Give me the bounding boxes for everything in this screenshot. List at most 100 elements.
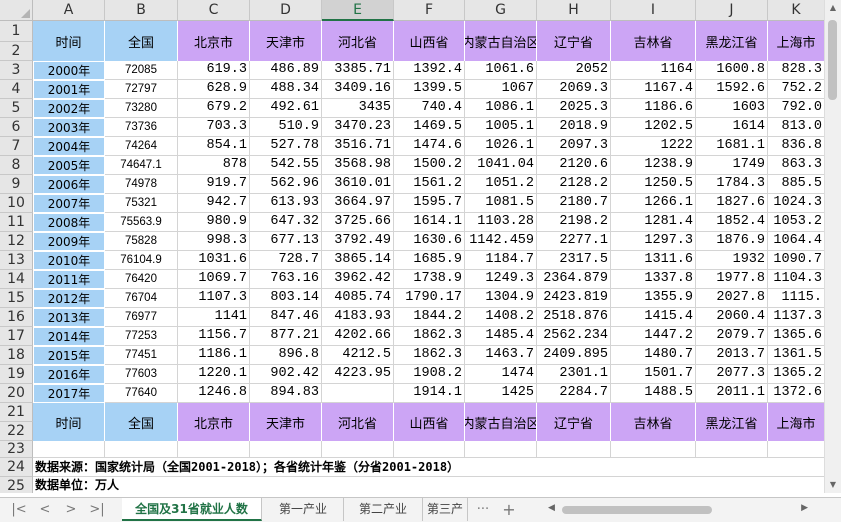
data-cell[interactable]: 1784.3 [696, 175, 768, 194]
empty-cell[interactable] [611, 441, 696, 458]
data-cell[interactable]: 1614.1 [394, 213, 465, 232]
year-cell[interactable]: 2013年 [33, 308, 105, 327]
empty-cell[interactable] [696, 441, 768, 458]
column-header-f[interactable]: F [394, 0, 465, 21]
column-header-h[interactable]: H [537, 0, 611, 21]
row-header-1[interactable]: 1 [0, 21, 33, 42]
data-cell[interactable]: 3865.14 [322, 251, 394, 270]
row-header-12[interactable]: 12 [0, 232, 33, 251]
empty-cell[interactable] [105, 441, 178, 458]
data-cell[interactable]: 2077.3 [696, 365, 768, 384]
empty-cell[interactable] [696, 477, 768, 493]
year-cell[interactable]: 2009年 [33, 232, 105, 251]
year-cell[interactable]: 2011年 [33, 270, 105, 289]
column-header-i[interactable]: I [611, 0, 696, 21]
data-cell[interactable]: 2052 [537, 61, 611, 80]
data-cell[interactable]: 1488.5 [611, 384, 696, 403]
data-cell[interactable]: 1480.7 [611, 346, 696, 365]
data-cell[interactable]: 1184.7 [465, 251, 537, 270]
data-cell[interactable]: 792.0 [768, 99, 825, 118]
column-header-e[interactable]: E [322, 0, 394, 21]
data-cell[interactable]: 878 [178, 156, 250, 175]
data-cell[interactable]: 1474 [465, 365, 537, 384]
data-cell[interactable]: 4212.5 [322, 346, 394, 365]
data-cell[interactable]: 3962.42 [322, 270, 394, 289]
year-cell[interactable]: 2012年 [33, 289, 105, 308]
data-cell[interactable]: 1090.7 [768, 251, 825, 270]
more-sheets-icon[interactable]: ··· [472, 501, 494, 519]
empty-cell[interactable] [322, 477, 394, 493]
data-cell[interactable]: 542.55 [250, 156, 322, 175]
source-note[interactable]: 数据来源：国家统计局（全国2001-2018）；各省统计年鉴（分省2001-20… [35, 458, 459, 475]
data-cell[interactable]: 1685.9 [394, 251, 465, 270]
data-cell[interactable]: 1355.9 [611, 289, 696, 308]
data-cell[interactable]: 77451 [105, 346, 178, 365]
data-cell[interactable]: 919.7 [178, 175, 250, 194]
year-cell[interactable]: 2008年 [33, 213, 105, 232]
data-cell[interactable]: 902.42 [250, 365, 322, 384]
data-cell[interactable]: 1862.3 [394, 346, 465, 365]
year-cell[interactable]: 2014年 [33, 327, 105, 346]
data-cell[interactable]: 2562.234 [537, 327, 611, 346]
row-header-9[interactable]: 9 [0, 175, 33, 194]
data-cell[interactable] [322, 384, 394, 403]
data-cell[interactable]: 75321 [105, 194, 178, 213]
last-sheet-icon[interactable]: >| [86, 501, 108, 519]
data-cell[interactable]: 527.78 [250, 137, 322, 156]
data-cell[interactable]: 3792.49 [322, 232, 394, 251]
data-cell[interactable]: 1142.459 [465, 232, 537, 251]
column-title-cell[interactable]: 全国 [105, 21, 178, 61]
data-cell[interactable]: 828.3 [768, 61, 825, 80]
data-cell[interactable]: 76420 [105, 270, 178, 289]
data-cell[interactable]: 2128.2 [537, 175, 611, 194]
year-cell[interactable]: 2000年 [33, 61, 105, 80]
data-cell[interactable]: 740.4 [394, 99, 465, 118]
data-cell[interactable]: 2011.1 [696, 384, 768, 403]
column-title-cell[interactable]: 内蒙古自治区 [465, 21, 537, 61]
year-cell[interactable]: 2005年 [33, 156, 105, 175]
data-cell[interactable]: 73736 [105, 118, 178, 137]
data-cell[interactable]: 1500.2 [394, 156, 465, 175]
empty-cell[interactable] [394, 441, 465, 458]
data-cell[interactable]: 1862.3 [394, 327, 465, 346]
data-cell[interactable]: 1069.7 [178, 270, 250, 289]
empty-cell[interactable] [178, 441, 250, 458]
data-cell[interactable]: 1630.6 [394, 232, 465, 251]
column-title-cell[interactable]: 山西省 [394, 21, 465, 61]
column-title-cell[interactable]: 天津市 [250, 21, 322, 61]
data-cell[interactable]: 77253 [105, 327, 178, 346]
data-cell[interactable]: 1086.1 [465, 99, 537, 118]
data-cell[interactable]: 1932 [696, 251, 768, 270]
data-cell[interactable]: 1266.1 [611, 194, 696, 213]
empty-cell[interactable] [696, 458, 768, 477]
data-cell[interactable]: 836.8 [768, 137, 825, 156]
data-cell[interactable]: 1222 [611, 137, 696, 156]
row-header-20[interactable]: 20 [0, 384, 33, 403]
data-cell[interactable]: 1425 [465, 384, 537, 403]
data-cell[interactable]: 2027.8 [696, 289, 768, 308]
data-cell[interactable]: 2277.1 [537, 232, 611, 251]
year-cell[interactable]: 2007年 [33, 194, 105, 213]
empty-cell[interactable] [537, 441, 611, 458]
first-sheet-icon[interactable]: |< [8, 501, 30, 519]
data-cell[interactable]: 2518.876 [537, 308, 611, 327]
data-cell[interactable]: 1337.8 [611, 270, 696, 289]
data-cell[interactable]: 647.32 [250, 213, 322, 232]
row-header-4[interactable]: 4 [0, 80, 33, 99]
data-cell[interactable]: 885.5 [768, 175, 825, 194]
data-cell[interactable]: 73280 [105, 99, 178, 118]
data-cell[interactable]: 3385.71 [322, 61, 394, 80]
data-cell[interactable]: 1141 [178, 308, 250, 327]
data-cell[interactable]: 1250.5 [611, 175, 696, 194]
data-cell[interactable]: 854.1 [178, 137, 250, 156]
row-header-8[interactable]: 8 [0, 156, 33, 175]
data-cell[interactable]: 1603 [696, 99, 768, 118]
data-cell[interactable]: 1051.2 [465, 175, 537, 194]
next-sheet-icon[interactable]: > [60, 501, 82, 519]
data-cell[interactable]: 562.96 [250, 175, 322, 194]
data-cell[interactable]: 703.3 [178, 118, 250, 137]
scroll-right-icon[interactable]: ▶ [801, 503, 808, 513]
empty-cell[interactable] [33, 441, 105, 458]
empty-cell[interactable] [537, 458, 611, 477]
empty-cell[interactable] [537, 477, 611, 493]
